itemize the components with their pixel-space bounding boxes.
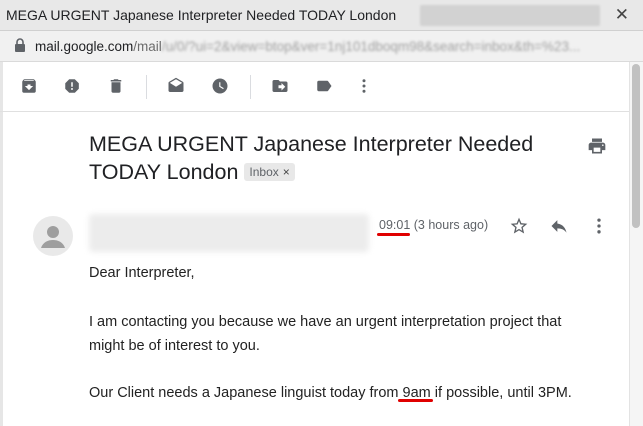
- label-text: Inbox: [249, 165, 279, 179]
- url-path: /mail: [133, 39, 162, 54]
- report-spam-icon[interactable]: [62, 76, 82, 96]
- body-paragraph-2-end: if possible, until 3PM.: [430, 385, 572, 401]
- body-paragraph-1: I am contacting you because we have an u…: [89, 310, 609, 358]
- remove-label-icon[interactable]: ×: [283, 165, 290, 179]
- more-vert-icon[interactable]: [588, 215, 610, 237]
- print-icon[interactable]: [587, 136, 607, 156]
- time-ago: (3 hours ago): [413, 218, 489, 232]
- time-value: 09:01: [379, 218, 411, 232]
- redacted-title-area: [420, 5, 600, 26]
- person-icon: [41, 226, 65, 248]
- red-underline-9am: [398, 399, 433, 402]
- mark-unread-icon[interactable]: [166, 76, 186, 96]
- url-host: mail.google.com: [35, 39, 134, 54]
- subject-line-2: TODAY London: [89, 160, 239, 184]
- window-titlebar: MEGA URGENT Japanese Interpreter Needed …: [0, 0, 643, 31]
- close-icon[interactable]: ✕: [615, 5, 629, 25]
- inbox-label-chip[interactable]: Inbox ×: [244, 163, 295, 181]
- move-to-icon[interactable]: [270, 76, 290, 96]
- body-paragraph-1-line-2: might be of interest to you.: [89, 338, 260, 354]
- redacted-sender: [89, 214, 369, 252]
- window-title: MEGA URGENT Japanese Interpreter Needed …: [6, 7, 397, 23]
- more-vert-icon[interactable]: [354, 76, 374, 96]
- labels-icon[interactable]: [314, 76, 334, 96]
- reply-icon[interactable]: [548, 215, 570, 237]
- body-paragraph-1-line-1: I am contacting you because we have an u…: [89, 314, 562, 330]
- subject-line-1: MEGA URGENT Japanese Interpreter Needed: [89, 132, 534, 156]
- lock-icon: [15, 38, 25, 52]
- red-underline-time: [377, 233, 410, 236]
- window-left-edge: [0, 62, 3, 426]
- url-text[interactable]: mail.google.com/mail/u/0/?ui=2&view=btop…: [35, 39, 580, 54]
- address-bar[interactable]: mail.google.com/mail/u/0/?ui=2&view=btop…: [0, 31, 643, 62]
- avatar: [33, 216, 73, 256]
- body-paragraph-2-start: Our Client needs a Japanese linguist tod…: [89, 385, 403, 401]
- delete-icon[interactable]: [106, 76, 126, 96]
- toolbar-separator: [250, 75, 251, 99]
- url-obscured: /u/0/?ui=2&view=btop&ver=1nj101dboqm98&s…: [161, 39, 581, 54]
- body-paragraph-2: Our Client needs a Japanese linguist tod…: [89, 381, 609, 405]
- toolbar-separator: [146, 75, 147, 99]
- archive-icon[interactable]: [19, 76, 39, 96]
- star-icon[interactable]: [508, 215, 530, 237]
- email-subject: MEGA URGENT Japanese Interpreter Needed …: [89, 130, 569, 186]
- body-greeting: Dear Interpreter,: [89, 265, 195, 281]
- snooze-icon[interactable]: [210, 76, 230, 96]
- email-toolbar: [0, 62, 629, 112]
- scrollbar-thumb[interactable]: [632, 64, 640, 228]
- email-timestamp: 09:01 (3 hours ago): [379, 218, 488, 232]
